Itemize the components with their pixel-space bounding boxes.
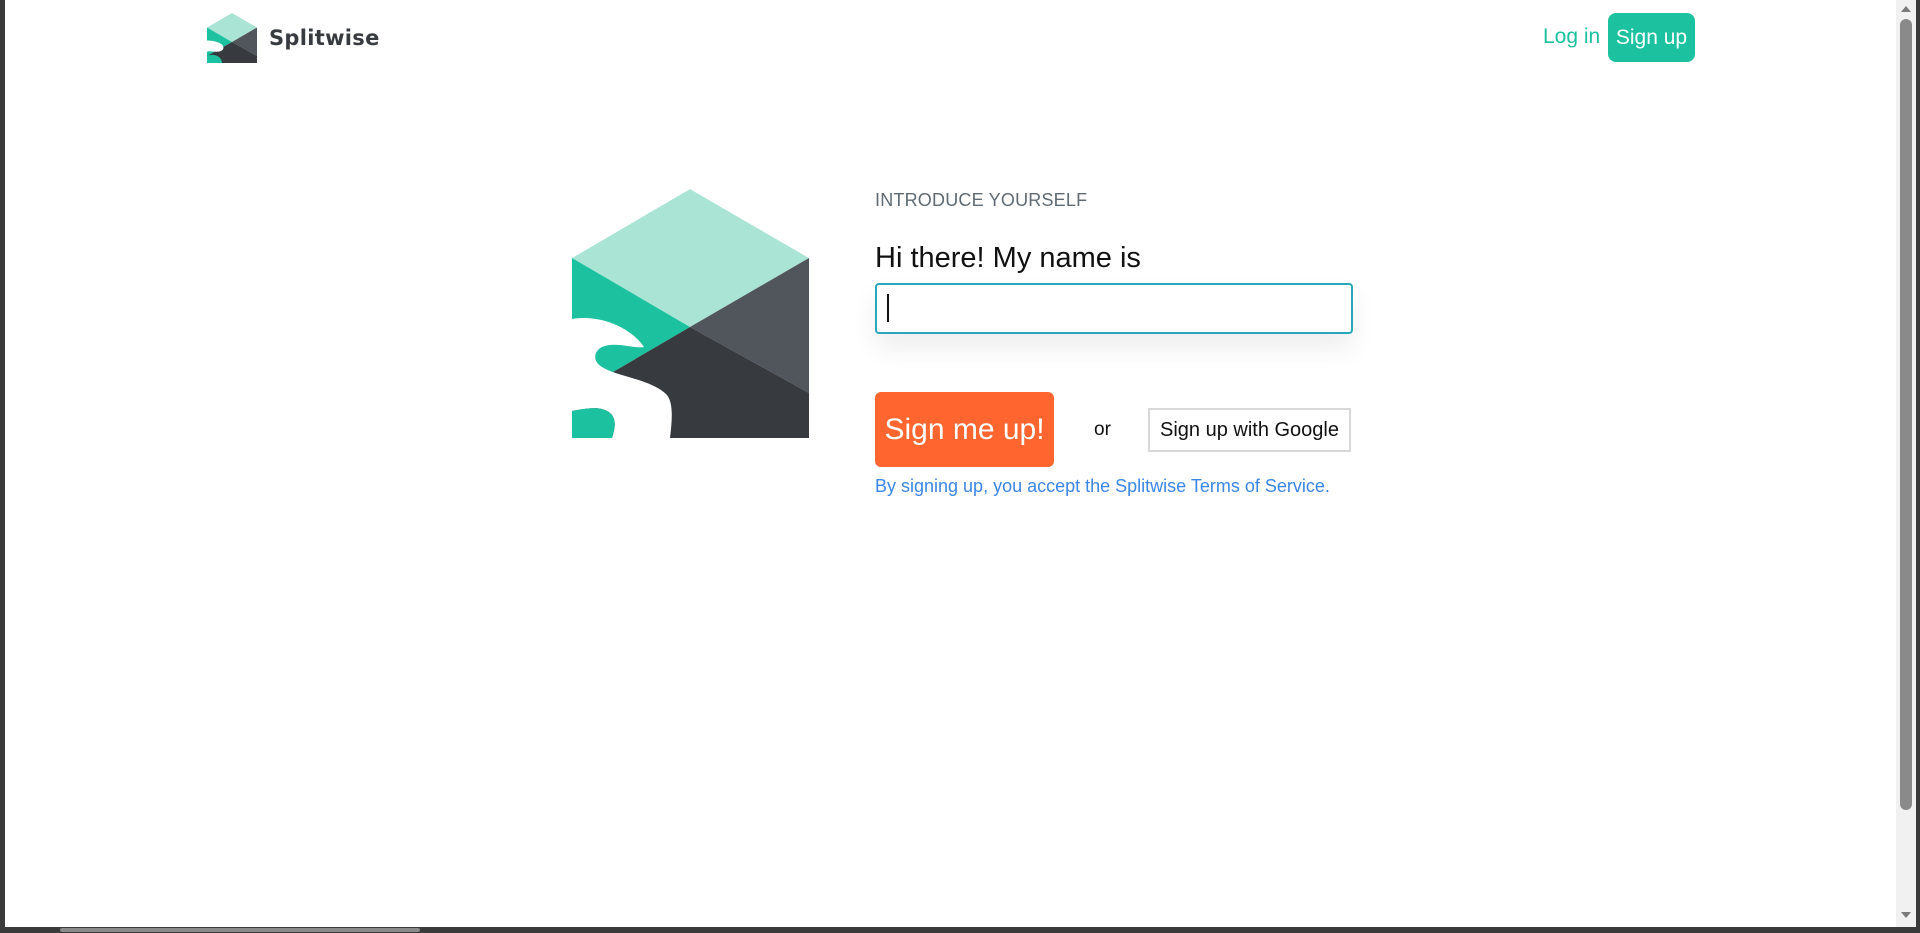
brand-name: Splitwise <box>269 26 380 50</box>
text-caret <box>887 294 889 322</box>
vertical-scrollbar[interactable] <box>1896 0 1916 927</box>
terms-link[interactable]: By signing up, you accept the Splitwise … <box>875 476 1330 497</box>
name-input[interactable] <box>875 283 1353 334</box>
brand-home-link[interactable]: Splitwise <box>204 13 380 63</box>
splitwise-hero-logo-icon <box>572 189 809 438</box>
page-viewport: Splitwise Log in Sign up INTRODUCE YOURS… <box>5 0 1896 927</box>
browser-frame: Splitwise Log in Sign up INTRODUCE YOURS… <box>0 0 1920 933</box>
scroll-thumb[interactable] <box>1900 19 1912 810</box>
login-link[interactable]: Log in <box>1543 25 1600 49</box>
or-separator: or <box>1094 419 1111 440</box>
sign-me-up-button[interactable]: Sign me up! <box>875 392 1054 467</box>
google-signup-button[interactable]: Sign up with Google <box>1148 408 1351 452</box>
header-signup-button[interactable]: Sign up <box>1608 13 1695 62</box>
section-eyebrow: INTRODUCE YOURSELF <box>875 190 1088 210</box>
horizontal-scroll-thumb[interactable] <box>60 928 420 932</box>
scroll-down-arrow-icon[interactable] <box>1901 912 1911 918</box>
scroll-up-arrow-icon[interactable] <box>1901 6 1911 12</box>
splitwise-logo-icon <box>207 13 257 63</box>
name-label: Hi there! My name is <box>875 242 1141 274</box>
